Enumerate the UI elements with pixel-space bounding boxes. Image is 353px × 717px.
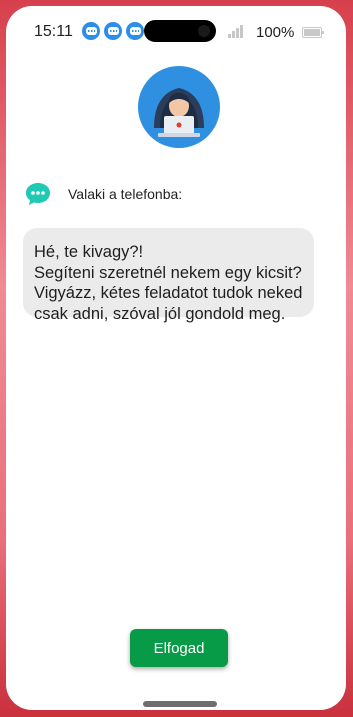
sender-label: Valaki a telefonba: bbox=[68, 186, 183, 202]
message-line: Segíteni szeretnél nekem egy kicsit? bbox=[34, 263, 302, 282]
hacker-avatar-icon bbox=[138, 66, 220, 148]
status-bar: 15:11 100% bbox=[6, 6, 346, 50]
accept-button[interactable]: Elfogad bbox=[130, 629, 228, 667]
camera-island bbox=[144, 20, 216, 42]
chat-dots-icon bbox=[26, 183, 50, 205]
message-bubble: Hé, te kivagy?! Segíteni szeretnél nekem… bbox=[23, 228, 314, 323]
battery-percent: 100% bbox=[256, 24, 295, 41]
status-time: 15:11 bbox=[34, 23, 73, 40]
message-line: Hé, te kivagy?! bbox=[34, 243, 144, 261]
chat-bubble-icon bbox=[82, 22, 100, 40]
message-line: Vigyázz, kétes feladatot tudok neked bbox=[34, 284, 303, 302]
message-line: csak adni, szóval jól gondold meg. bbox=[34, 304, 286, 323]
chat-bubble-icon bbox=[104, 22, 122, 40]
battery-icon bbox=[302, 27, 324, 38]
chat-bubble-icon bbox=[126, 22, 144, 40]
home-indicator[interactable] bbox=[143, 701, 217, 707]
message-sender: Valaki a telefonba: bbox=[24, 180, 182, 208]
phone-screen: 15:11 100% Valaki a telefonba: Hé, te ki bbox=[6, 6, 346, 710]
signal-icon bbox=[228, 24, 246, 38]
